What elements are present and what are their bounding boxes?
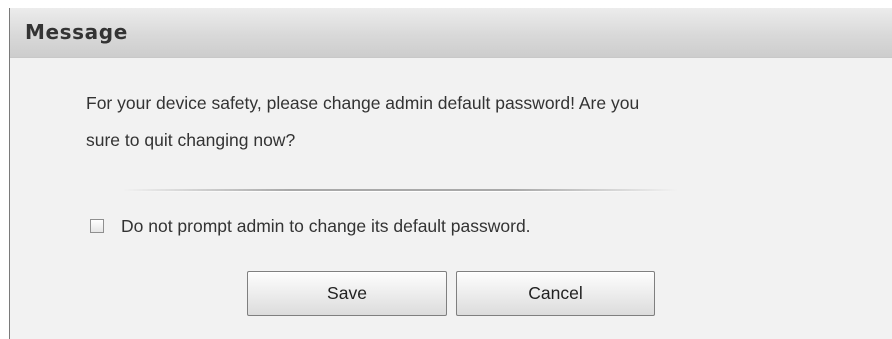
message-line-1: For your device safety, please change ad… [86, 93, 640, 113]
dialog-message: For your device safety, please change ad… [86, 85, 836, 159]
save-button[interactable]: Save [247, 271, 447, 316]
message-dialog: Message For your device safety, please c… [9, 8, 892, 339]
dialog-titlebar: Message [10, 8, 892, 58]
divider [122, 189, 678, 192]
cancel-button[interactable]: Cancel [456, 271, 655, 316]
message-line-2: sure to quit changing now? [86, 130, 296, 150]
dialog-body: For your device safety, please change ad… [10, 58, 892, 339]
do-not-prompt-checkbox[interactable] [90, 219, 104, 233]
dialog-title: Message [25, 20, 128, 44]
do-not-prompt-label: Do not prompt admin to change its defaul… [121, 215, 531, 236]
do-not-prompt-option[interactable]: Do not prompt admin to change its defaul… [90, 215, 531, 237]
